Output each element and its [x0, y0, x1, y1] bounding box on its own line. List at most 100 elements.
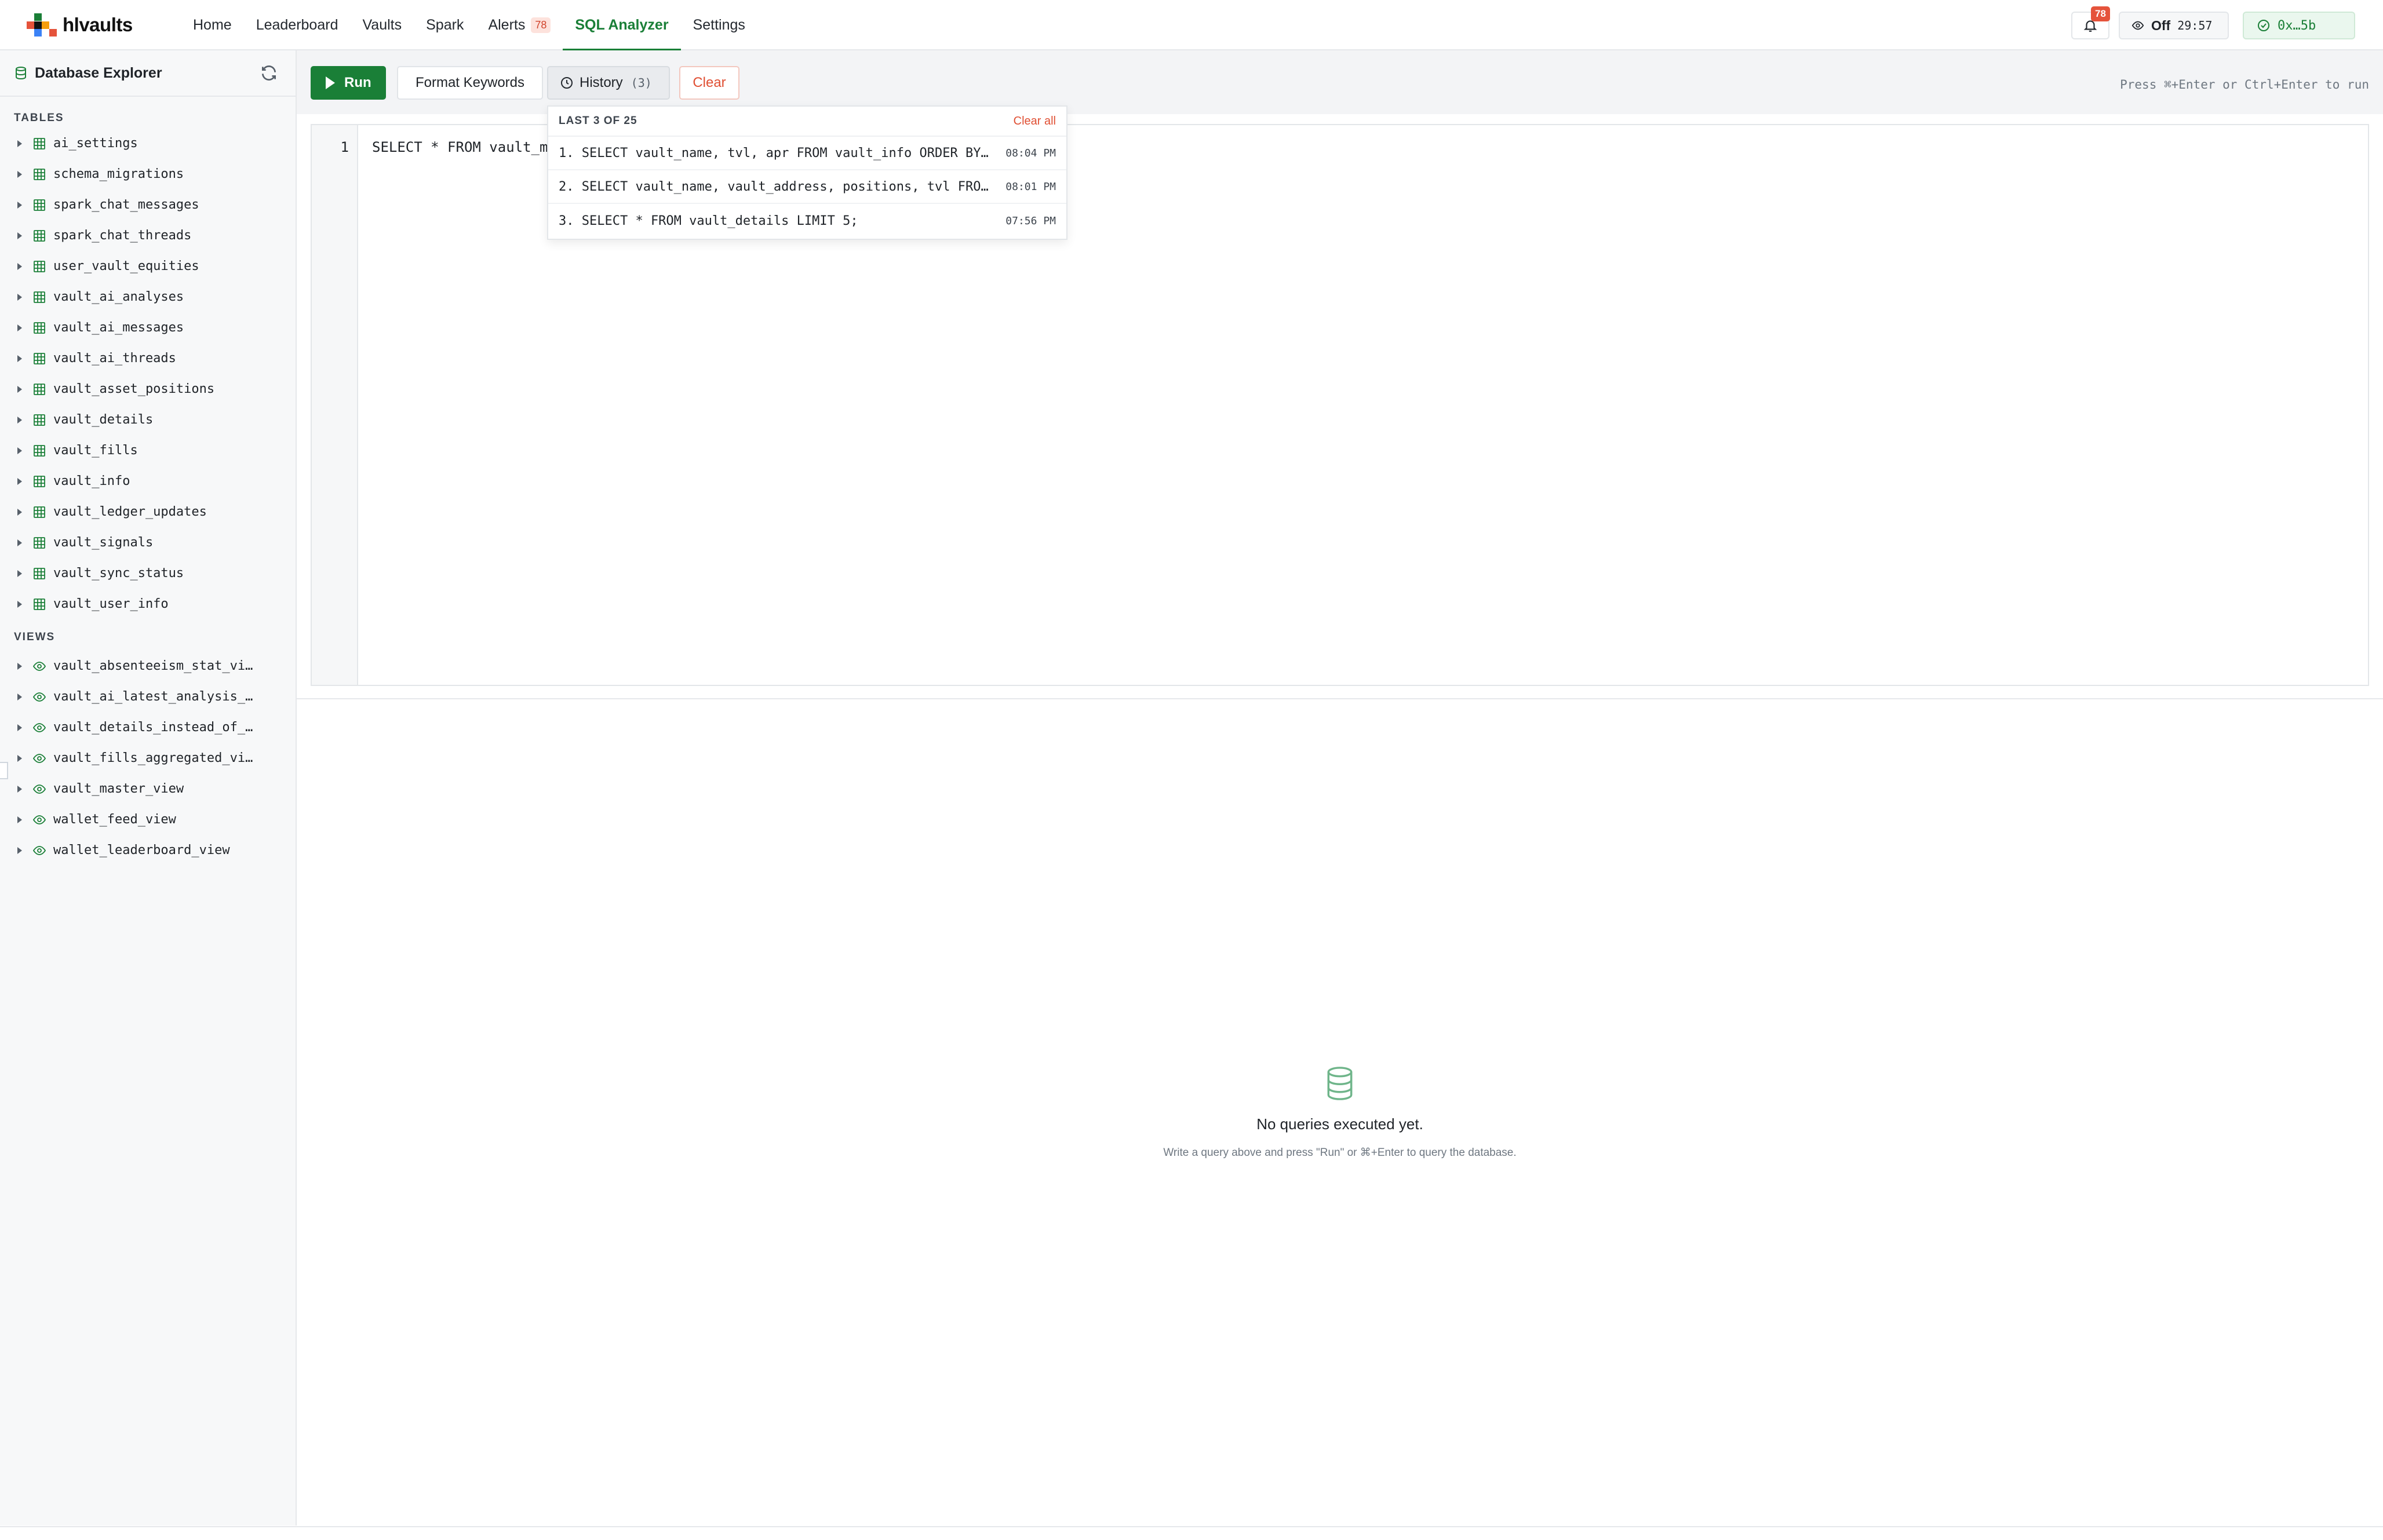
notifications-badge: 78	[2091, 6, 2110, 21]
nav-vaults-label: Vaults	[362, 17, 402, 33]
sidebar-item[interactable]: wallet_feed_view	[0, 804, 296, 835]
expand-caret-icon[interactable]	[17, 600, 22, 608]
sidebar-item-label: vault_signals	[53, 535, 154, 550]
nav-settings[interactable]: Settings	[681, 0, 757, 50]
sidebar-item[interactable]: vault_asset_positions	[0, 374, 296, 404]
sidebar-item[interactable]: vault_ai_messages	[0, 312, 296, 343]
history-button[interactable]: History (3)	[547, 66, 670, 100]
database-icon	[1327, 1067, 1353, 1100]
views-heading: VIEWS	[14, 631, 56, 643]
expand-caret-icon[interactable]	[17, 662, 22, 670]
table-icon	[34, 229, 45, 242]
sidebar-item-label: vault_ai_analyses	[53, 290, 184, 304]
eye-icon	[32, 784, 46, 794]
sidebar-item[interactable]: vault_ai_latest_analysis_…	[0, 681, 296, 712]
expand-caret-icon[interactable]	[17, 754, 22, 762]
history-item[interactable]: 2. SELECT vault_name, vault_address, pos…	[548, 170, 1066, 204]
query-toolbar: Run Format Keywords History (3) Clear Pr…	[297, 50, 2383, 114]
sidebar-item[interactable]: vault_fills	[0, 435, 296, 466]
sidebar-item[interactable]: vault_master_view	[0, 773, 296, 804]
expand-caret-icon[interactable]	[17, 416, 22, 424]
sidebar-item[interactable]: vault_ai_threads	[0, 343, 296, 374]
sidebar-item[interactable]: vault_details	[0, 404, 296, 435]
brand-name: hlvaults	[63, 14, 133, 35]
expand-caret-icon[interactable]	[17, 262, 22, 270]
expand-caret-icon[interactable]	[17, 785, 22, 793]
sidebar-item[interactable]: spark_chat_messages	[0, 189, 296, 220]
sidebar-item[interactable]: vault_absenteeism_stat_vi…	[0, 651, 296, 681]
expand-caret-icon[interactable]	[17, 477, 22, 485]
sidebar-item[interactable]: vault_signals	[0, 527, 296, 558]
nav-vaults[interactable]: Vaults	[350, 0, 414, 50]
eye-icon	[32, 753, 46, 763]
sidebar-item-label: vault_fills_aggregated_vi…	[53, 751, 253, 765]
sidebar-item[interactable]: spark_chat_threads	[0, 220, 296, 251]
sidebar-item[interactable]: ai_settings	[0, 128, 296, 159]
sidebar-item[interactable]: wallet_leaderboard_view	[0, 835, 296, 866]
sidebar-item[interactable]: vault_sync_status	[0, 558, 296, 589]
expand-caret-icon[interactable]	[17, 355, 22, 362]
table-icon	[34, 537, 45, 549]
expand-caret-icon[interactable]	[17, 385, 22, 393]
expand-caret-icon[interactable]	[17, 816, 22, 823]
clear-button[interactable]: Clear	[679, 66, 739, 100]
expand-caret-icon[interactable]	[17, 293, 22, 301]
code-line[interactable]: SELECT * FROM vault_m	[372, 139, 548, 155]
watch-toggle[interactable]: Off 29:57	[2119, 12, 2229, 39]
nav-home[interactable]: Home	[181, 0, 244, 50]
sidebar-item-label: spark_chat_messages	[53, 198, 199, 212]
logo[interactable]: hlvaults	[27, 12, 133, 38]
play-icon	[326, 76, 335, 89]
sidebar-item-label: vault_info	[53, 474, 130, 488]
nav-alerts[interactable]: Alerts 78	[476, 0, 563, 50]
expand-caret-icon[interactable]	[17, 232, 22, 239]
sidebar-item[interactable]: schema_migrations	[0, 159, 296, 189]
expand-caret-icon[interactable]	[17, 170, 22, 178]
expand-caret-icon[interactable]	[17, 324, 22, 331]
clear-all-button[interactable]: Clear all	[1014, 115, 1056, 128]
logo-icon	[27, 13, 58, 37]
refresh-icon[interactable]	[260, 64, 278, 82]
expand-caret-icon[interactable]	[17, 846, 22, 854]
expand-caret-icon[interactable]	[17, 140, 22, 147]
table-icon	[34, 322, 45, 334]
sidebar-item-label: spark_chat_threads	[53, 228, 192, 243]
expand-caret-icon[interactable]	[17, 539, 22, 546]
top-nav: hlvaults Home Leaderboard Vaults Spark A…	[0, 0, 2383, 52]
eye-icon	[32, 815, 46, 824]
notifications-button[interactable]: 78	[2071, 6, 2110, 39]
wallet-button[interactable]: 0x…5b	[2243, 12, 2355, 39]
expand-caret-icon[interactable]	[17, 570, 22, 577]
nav-spark[interactable]: Spark	[414, 0, 476, 50]
sidebar-item[interactable]: vault_fills_aggregated_vi…	[0, 743, 296, 773]
sidebar-item[interactable]: vault_details_instead_of_…	[0, 712, 296, 743]
sidebar-resize-handle[interactable]	[0, 762, 8, 779]
nav-settings-label: Settings	[693, 17, 745, 33]
sidebar-item[interactable]: vault_info	[0, 466, 296, 497]
expand-caret-icon[interactable]	[17, 724, 22, 731]
sidebar-item[interactable]: user_vault_equities	[0, 251, 296, 282]
sidebar-item[interactable]: vault_ledger_updates	[0, 497, 296, 527]
history-dropdown-title: LAST 3 OF 25	[559, 115, 637, 127]
sidebar-item-label: wallet_feed_view	[53, 812, 176, 827]
history-item[interactable]: 3. SELECT * FROM vault_details LIMIT 5; 0…	[548, 204, 1066, 238]
tables-heading: TABLES	[14, 112, 64, 124]
run-button[interactable]: Run	[311, 66, 386, 100]
expand-caret-icon[interactable]	[17, 447, 22, 454]
expand-caret-icon[interactable]	[17, 201, 22, 209]
sidebar-item[interactable]: vault_user_info	[0, 589, 296, 619]
format-keywords-button[interactable]: Format Keywords	[397, 66, 543, 100]
results-divider[interactable]	[297, 698, 2383, 699]
nav-sql-analyzer[interactable]: SQL Analyzer	[563, 0, 681, 52]
sidebar-item[interactable]: vault_ai_analyses	[0, 282, 296, 312]
nav-leaderboard[interactable]: Leaderboard	[244, 0, 351, 50]
clear-label: Clear	[693, 75, 726, 90]
sidebar-item-label: schema_migrations	[53, 167, 184, 181]
format-keywords-label: Format Keywords	[415, 75, 525, 90]
sidebar-title: Database Explorer	[35, 64, 162, 81]
expand-caret-icon[interactable]	[17, 508, 22, 516]
expand-caret-icon[interactable]	[17, 693, 22, 700]
line-number: 1	[340, 139, 349, 155]
history-item[interactable]: 1. SELECT vault_name, tvl, apr FROM vaul…	[548, 137, 1066, 170]
table-icon	[34, 260, 45, 272]
